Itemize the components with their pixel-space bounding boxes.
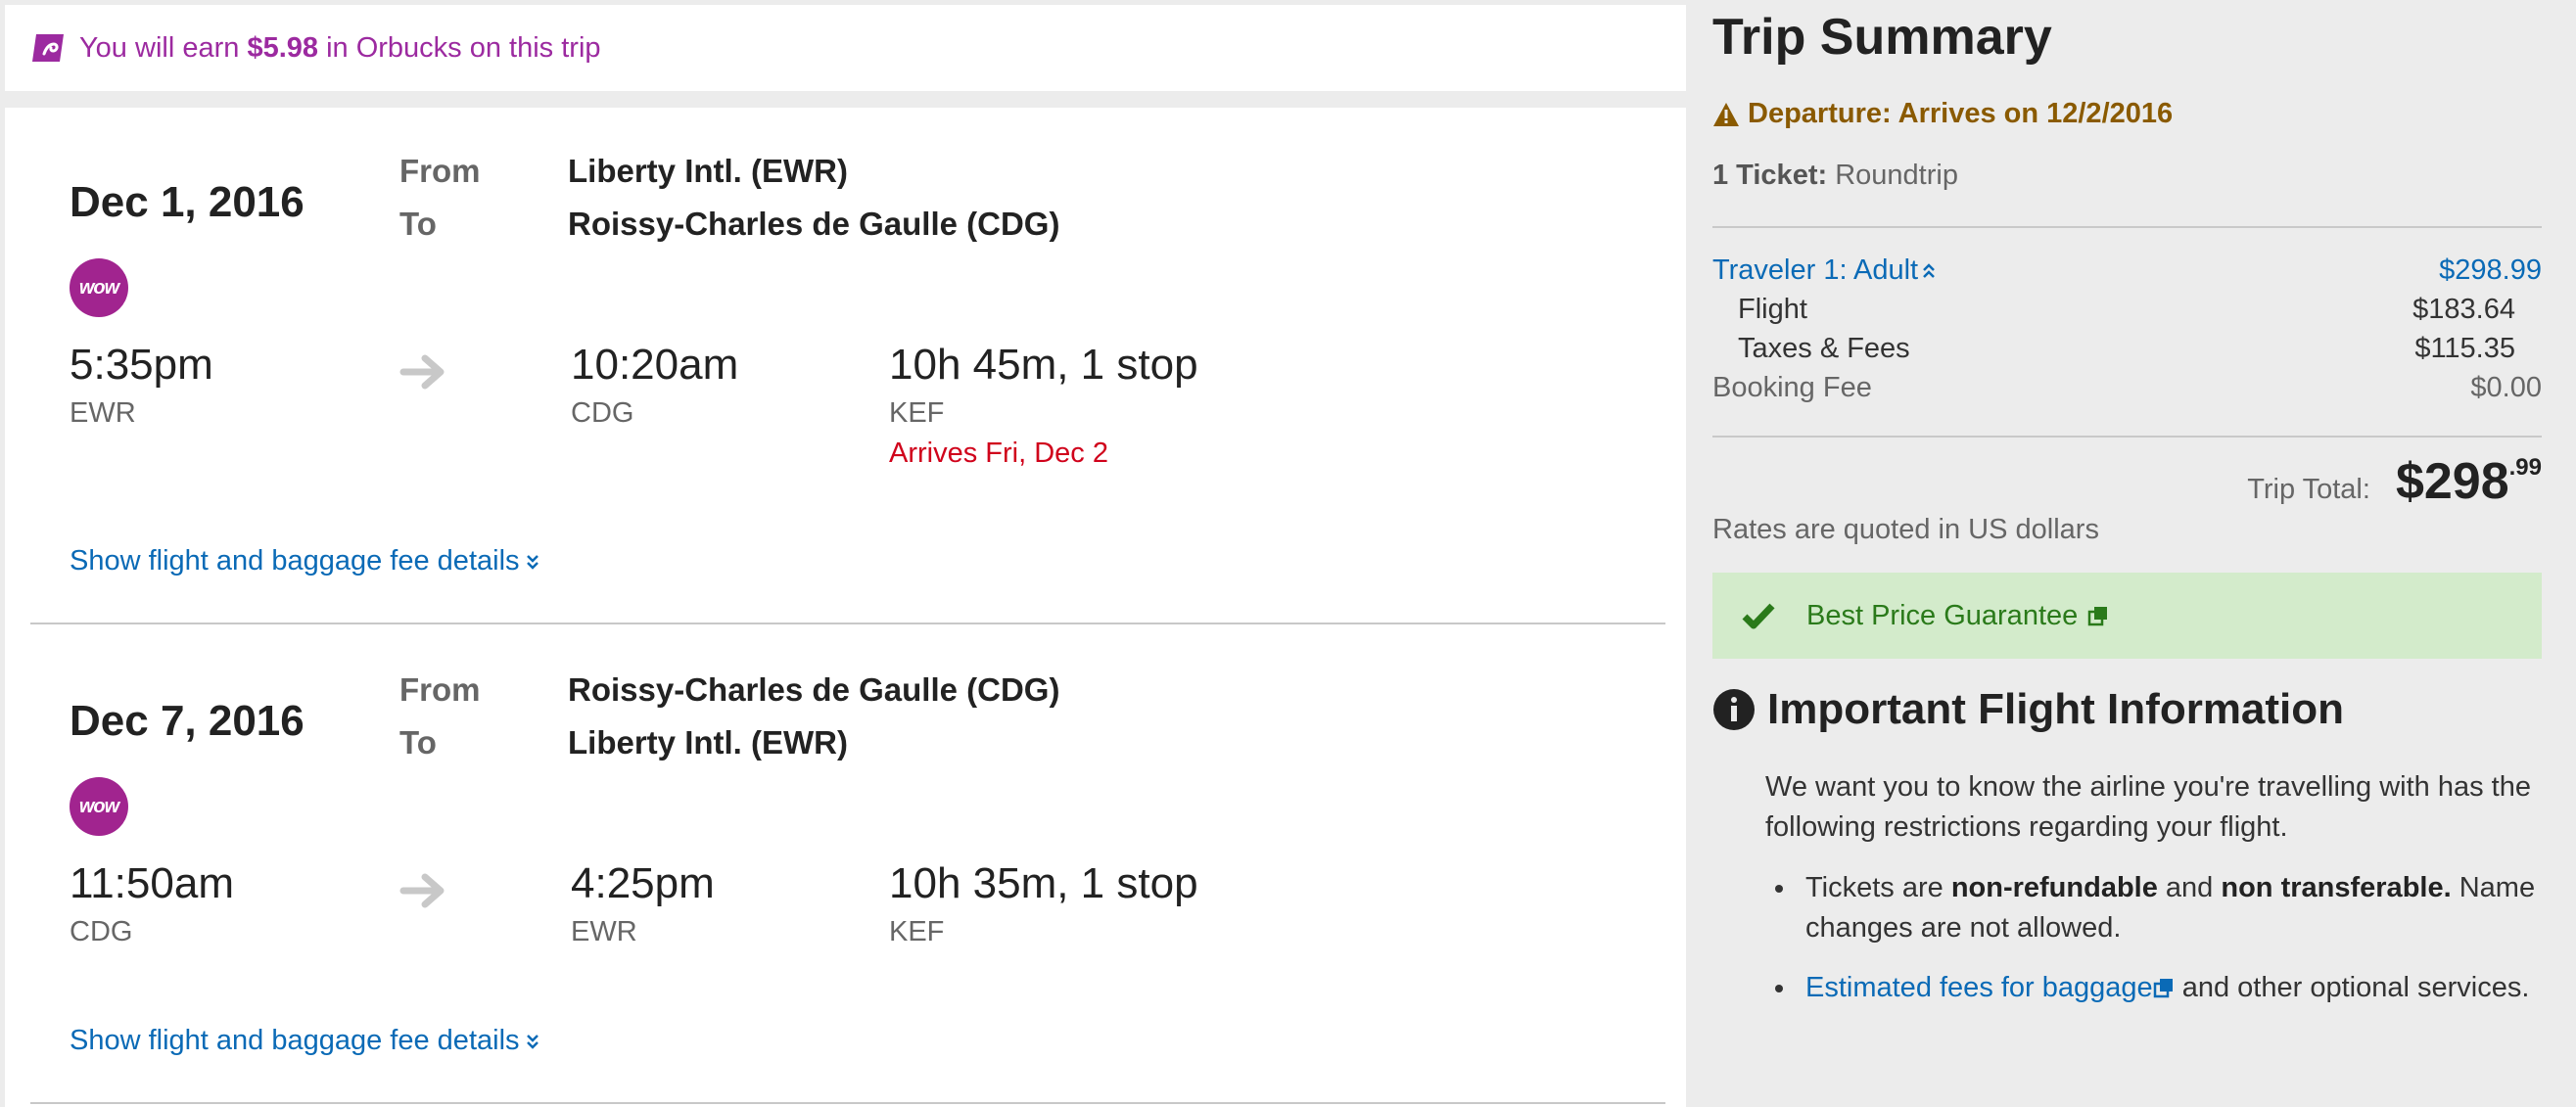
from-label: From bbox=[399, 153, 481, 189]
external-link-icon bbox=[2088, 607, 2108, 626]
show-details-label: Show flight and baggage fee details bbox=[70, 545, 520, 577]
depart-time: 11:50am bbox=[70, 859, 234, 907]
ticket-count: 1 Ticket: bbox=[1712, 160, 1828, 191]
trip-total-label: Trip Total: bbox=[2247, 474, 2370, 505]
airline-logo: wow bbox=[70, 258, 128, 317]
orbucks-banner: You will earn $5.98 in Orbucks on this t… bbox=[5, 5, 1686, 91]
flight-segment-outbound: Dec 1, 2016 From To Liberty Intl. (EWR) … bbox=[5, 108, 1686, 626]
traveler-label: Traveler 1: Adult bbox=[1712, 254, 1919, 286]
flight-cost-label: Flight bbox=[1738, 294, 1807, 325]
depart-time: 5:35pm bbox=[70, 341, 213, 389]
restriction-text: Tickets are bbox=[1805, 872, 1944, 903]
traveler-row[interactable]: Traveler 1: Adult $298.99 bbox=[1712, 254, 2542, 287]
baggage-fees-link[interactable]: Estimated fees for baggage bbox=[1805, 972, 2175, 1003]
segment-divider bbox=[30, 623, 1665, 624]
currency-note: Rates are quoted in US dollars bbox=[1712, 514, 2099, 545]
departure-warning: Departure: Arrives on 12/2/2016 bbox=[1712, 98, 2173, 130]
taxes-row: Taxes & Fees $115.35 bbox=[1712, 333, 2542, 365]
restrictions-list: Tickets are non-refundable and non trans… bbox=[1765, 868, 2549, 1008]
flight-duration: 10h 35m, 1 stop bbox=[889, 859, 1198, 907]
best-price-guarantee-label: Best Price Guarantee bbox=[1806, 599, 2079, 631]
important-info-intro: We want you to know the airline you're t… bbox=[1765, 771, 2531, 843]
best-price-guarantee-button[interactable]: Best Price Guarantee bbox=[1712, 573, 2542, 659]
important-info-heading: Important Flight Information bbox=[1712, 685, 2344, 734]
origin-airport: Liberty Intl. (EWR) bbox=[568, 153, 848, 189]
flight-cost-value: $183.64 bbox=[2412, 294, 2515, 325]
list-item: Tickets are non-refundable and non trans… bbox=[1765, 868, 2549, 948]
to-label: To bbox=[399, 206, 437, 242]
arrive-time: 10:20am bbox=[571, 341, 739, 389]
flight-segment-return: Dec 7, 2016 From To Roissy-Charles de Ga… bbox=[5, 626, 1686, 1107]
show-details-link[interactable]: Show flight and baggage fee details bbox=[70, 545, 539, 577]
double-chevron-down-icon bbox=[526, 1034, 539, 1049]
traveler-total: $298.99 bbox=[2439, 254, 2542, 286]
double-chevron-up-icon bbox=[1923, 263, 1935, 279]
orbucks-suffix: in Orbucks on this trip bbox=[326, 31, 601, 64]
checkmark-icon bbox=[1742, 603, 1775, 629]
segment-date: Dec 1, 2016 bbox=[70, 178, 304, 226]
arrival-day-note: Arrives Fri, Dec 2 bbox=[889, 438, 1108, 469]
restriction-text: and bbox=[2165, 872, 2214, 903]
taxes-value: $115.35 bbox=[2414, 333, 2515, 364]
from-label: From bbox=[399, 671, 481, 708]
to-label: To bbox=[399, 724, 437, 761]
destination-airport: Roissy-Charles de Gaulle (CDG) bbox=[568, 206, 1060, 242]
taxes-label: Taxes & Fees bbox=[1738, 333, 1910, 364]
arrow-right-icon bbox=[399, 873, 445, 908]
booking-fee-label: Booking Fee bbox=[1712, 372, 1872, 403]
show-details-link[interactable]: Show flight and baggage fee details bbox=[70, 1025, 539, 1057]
flights-panel: Dec 1, 2016 From To Liberty Intl. (EWR) … bbox=[5, 108, 1686, 1107]
restriction-text: and other optional services. bbox=[2181, 972, 2530, 1003]
restriction-emphasis: non transferable. bbox=[2221, 872, 2452, 903]
trip-total: Trip Total: $298 .99 bbox=[2247, 452, 2542, 511]
stop-airport-code: KEF bbox=[889, 397, 945, 429]
baggage-fees-label: Estimated fees for baggage bbox=[1805, 972, 2153, 1003]
trip-summary-title: Trip Summary bbox=[1712, 9, 2052, 66]
ticket-info: 1 Ticket: Roundtrip bbox=[1712, 160, 1958, 192]
summary-divider bbox=[1712, 226, 2542, 228]
depart-airport-code: CDG bbox=[70, 916, 133, 947]
summary-divider bbox=[1712, 436, 2542, 438]
destination-airport: Liberty Intl. (EWR) bbox=[568, 724, 848, 761]
list-item: Estimated fees for baggage and other opt… bbox=[1765, 968, 2549, 1008]
stop-airport-code: KEF bbox=[889, 916, 945, 947]
trip-total-dollars: $298 bbox=[2395, 453, 2509, 510]
arrow-right-icon bbox=[399, 354, 445, 390]
arrive-time: 4:25pm bbox=[571, 859, 715, 907]
depart-airport-code: EWR bbox=[70, 397, 136, 429]
ticket-type: Roundtrip bbox=[1835, 160, 1958, 191]
show-details-label: Show flight and baggage fee details bbox=[70, 1025, 520, 1056]
booking-fee-row: Booking Fee $0.00 bbox=[1712, 372, 2542, 404]
info-icon bbox=[1713, 689, 1755, 730]
flight-duration: 10h 45m, 1 stop bbox=[889, 341, 1198, 389]
warning-icon bbox=[1713, 102, 1739, 126]
departure-warning-text: Departure: Arrives on 12/2/2016 bbox=[1748, 98, 2174, 129]
traveler-toggle[interactable]: Traveler 1: Adult bbox=[1712, 254, 1936, 287]
external-link-icon bbox=[2153, 979, 2173, 998]
segment-divider bbox=[30, 1102, 1665, 1104]
airline-logo: wow bbox=[70, 777, 128, 836]
booking-fee-value: $0.00 bbox=[2470, 372, 2542, 403]
arrive-airport-code: CDG bbox=[571, 397, 634, 429]
restriction-emphasis: non-refundable bbox=[1950, 872, 2158, 903]
trip-total-cents: .99 bbox=[2508, 454, 2542, 481]
important-info-title: Important Flight Information bbox=[1767, 685, 2345, 733]
segment-date: Dec 7, 2016 bbox=[70, 697, 304, 745]
origin-airport: Roissy-Charles de Gaulle (CDG) bbox=[568, 671, 1060, 708]
orbucks-icon bbox=[32, 34, 64, 62]
double-chevron-down-icon bbox=[526, 554, 539, 570]
arrive-airport-code: EWR bbox=[571, 916, 637, 947]
orbucks-prefix: You will earn bbox=[79, 31, 240, 64]
orbucks-amount: $5.98 bbox=[247, 31, 319, 64]
flight-cost-row: Flight $183.64 bbox=[1712, 294, 2542, 326]
